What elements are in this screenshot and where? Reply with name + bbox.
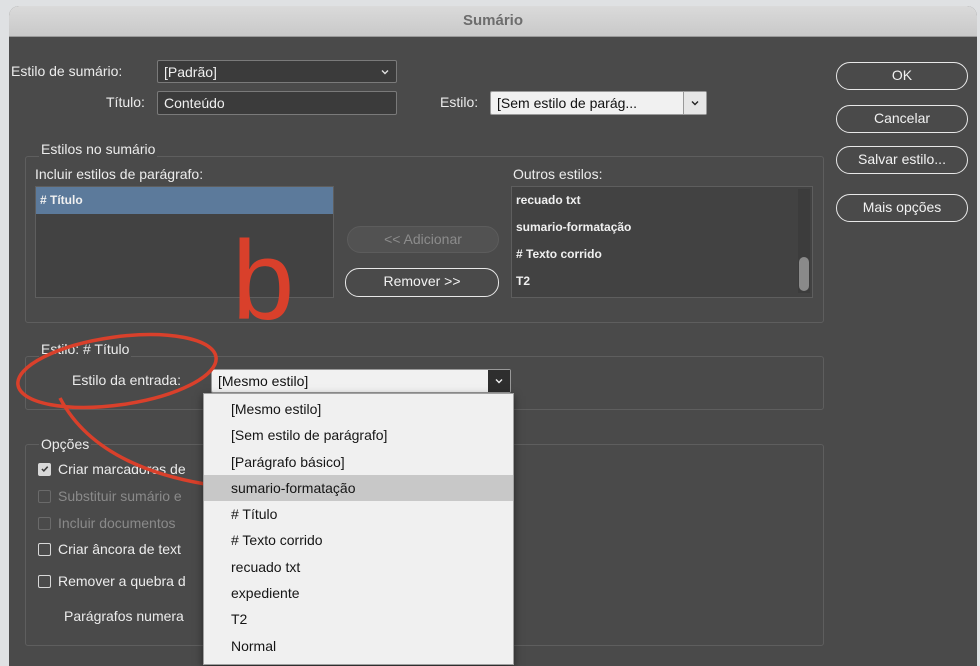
dropdown-item[interactable]: # Texto corrido — [204, 527, 513, 553]
dropdown-item[interactable]: expediente — [204, 580, 513, 606]
dropdown-item[interactable]: [Parágrafo básico] — [204, 449, 513, 475]
dropdown-item[interactable]: recuado txt — [204, 554, 513, 580]
dropdown-item[interactable]: sumario-formatação — [204, 474, 513, 502]
dropdown-item[interactable]: [Sem estilo de parágrafo] — [204, 422, 513, 448]
estilo-entrada-dropdown[interactable]: [Mesmo estilo] [Sem estilo de parágrafo]… — [203, 393, 514, 665]
dropdown-item[interactable]: T2 — [204, 606, 513, 632]
dropdown-item[interactable]: # Título — [204, 501, 513, 527]
dropdown-item[interactable]: Normal — [204, 633, 513, 659]
dropdown-item[interactable]: [Mesmo estilo] — [204, 396, 513, 422]
